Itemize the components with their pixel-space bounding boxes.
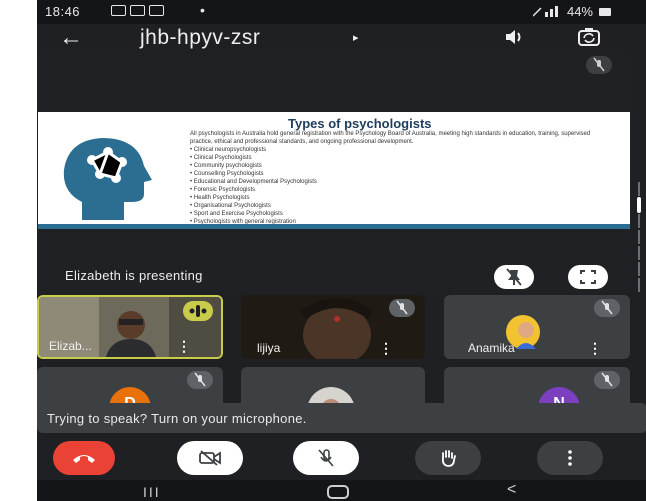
- speaking-indicator: [183, 301, 213, 321]
- slide-list: Clinical neuropsychologists Clinical Psy…: [190, 146, 317, 226]
- chevron-right-icon[interactable]: ▸: [353, 31, 359, 44]
- muted-badge: [594, 299, 620, 317]
- slide-list-item: Forensic Psychologists: [190, 186, 317, 194]
- fullscreen-icon: [580, 270, 596, 284]
- slide-list-item: Community psychologists: [190, 162, 317, 170]
- presentation-view[interactable]: Types of psychologists All psychologists…: [38, 52, 630, 292]
- scrollbar-thumb[interactable]: [637, 197, 641, 213]
- home-nav-icon[interactable]: [327, 485, 349, 499]
- fullscreen-button[interactable]: [568, 265, 608, 289]
- mic-off-icon: [601, 372, 613, 387]
- end-call-button[interactable]: [53, 441, 115, 475]
- unpin-button[interactable]: [494, 265, 534, 289]
- head-brain-icon: [63, 138, 152, 220]
- slide-list-item: Sport and Exercise Psychologists: [190, 210, 317, 218]
- more-vertical-icon: [568, 450, 572, 466]
- switch-camera-icon[interactable]: [578, 27, 600, 47]
- mic-off-icon: [396, 300, 408, 315]
- participant-more-icon[interactable]: ⋮: [379, 341, 393, 355]
- slide-title: Types of psychologists: [288, 116, 432, 131]
- back-arrow-icon[interactable]: ←: [59, 24, 83, 52]
- hang-up-icon: [73, 455, 95, 463]
- audio-wave-icon: [189, 305, 207, 317]
- meeting-header: ← jhb-hpyv-zsr ▸: [37, 24, 646, 54]
- presenter-muted-badge: [586, 56, 612, 74]
- muted-badge: [389, 299, 415, 317]
- presenting-label: Elizabeth is presenting: [65, 268, 203, 283]
- status-right: 44%: [532, 4, 611, 19]
- participant-name: lijiya: [257, 341, 281, 355]
- status-bar: 18:46 • 44%: [37, 0, 646, 24]
- slide-list-item: Clinical Psychologists: [190, 154, 317, 162]
- video-notification-icon: [130, 5, 145, 16]
- raise-hand-button[interactable]: [415, 441, 481, 475]
- gallery-notification-icon: [111, 5, 126, 16]
- check-notification-icon: [149, 5, 164, 16]
- muted-badge: [594, 371, 620, 389]
- battery-percent: 44%: [566, 4, 593, 19]
- participant-tile-elizabeth[interactable]: Elizab... ⋮: [37, 295, 223, 359]
- participant-tile-lijiya[interactable]: lijiya ⋮: [241, 295, 425, 359]
- recents-nav-icon[interactable]: III: [143, 484, 161, 500]
- camera-off-icon: [199, 450, 221, 466]
- slide-list-item: Clinical neuropsychologists: [190, 146, 317, 154]
- slide-list-item: Organisational Psychologists: [190, 202, 317, 210]
- participant-tile-anamika[interactable]: Anamika ⋮: [444, 295, 630, 359]
- mic-off-icon: [601, 300, 613, 315]
- hand-icon: [441, 450, 456, 467]
- speaker-icon[interactable]: [504, 27, 524, 47]
- pin-off-icon: [506, 268, 522, 286]
- status-time: 18:46: [45, 4, 81, 19]
- banner-text: Trying to speak? Turn on your microphone…: [47, 411, 307, 426]
- more-options-button[interactable]: [537, 441, 603, 475]
- battery-icon: [599, 7, 611, 16]
- notification-icons: [111, 5, 164, 16]
- camera-toggle-button[interactable]: [177, 441, 243, 475]
- mic-off-icon: [318, 449, 334, 467]
- participant-more-icon[interactable]: ⋮: [588, 341, 602, 355]
- mic-off-icon: [194, 372, 206, 387]
- microphone-toggle-button[interactable]: [293, 441, 359, 475]
- meeting-code[interactable]: jhb-hpyv-zsr: [140, 26, 260, 50]
- participant-name: Anamika: [468, 341, 515, 355]
- phone-screen: 18:46 • 44% ← jhb-hpyv-zsr ▸ Types of ps…: [37, 0, 646, 501]
- slide-intro: All psychologists in Australia hold gene…: [190, 131, 591, 145]
- participant-more-icon[interactable]: ⋮: [177, 339, 191, 353]
- participant-name: Elizab...: [49, 339, 92, 353]
- shared-slide: Types of psychologists All psychologists…: [38, 112, 630, 229]
- mic-reminder-banner[interactable]: Trying to speak? Turn on your microphone…: [37, 403, 646, 433]
- back-nav-icon[interactable]: <: [507, 481, 516, 499]
- slide-accent-bar: [38, 224, 630, 229]
- slide-list-item: Counselling Psychologists: [190, 170, 317, 178]
- muted-badge: [187, 371, 213, 389]
- mic-off-icon: [593, 57, 605, 72]
- signal-icon: [532, 6, 558, 17]
- system-nav-bar: III <: [37, 480, 646, 501]
- more-notifications-dot: •: [200, 2, 205, 18]
- slide-list-item: Health Psychologists: [190, 194, 317, 202]
- slide-list-item: Educational and Developmental Psychologi…: [190, 178, 317, 186]
